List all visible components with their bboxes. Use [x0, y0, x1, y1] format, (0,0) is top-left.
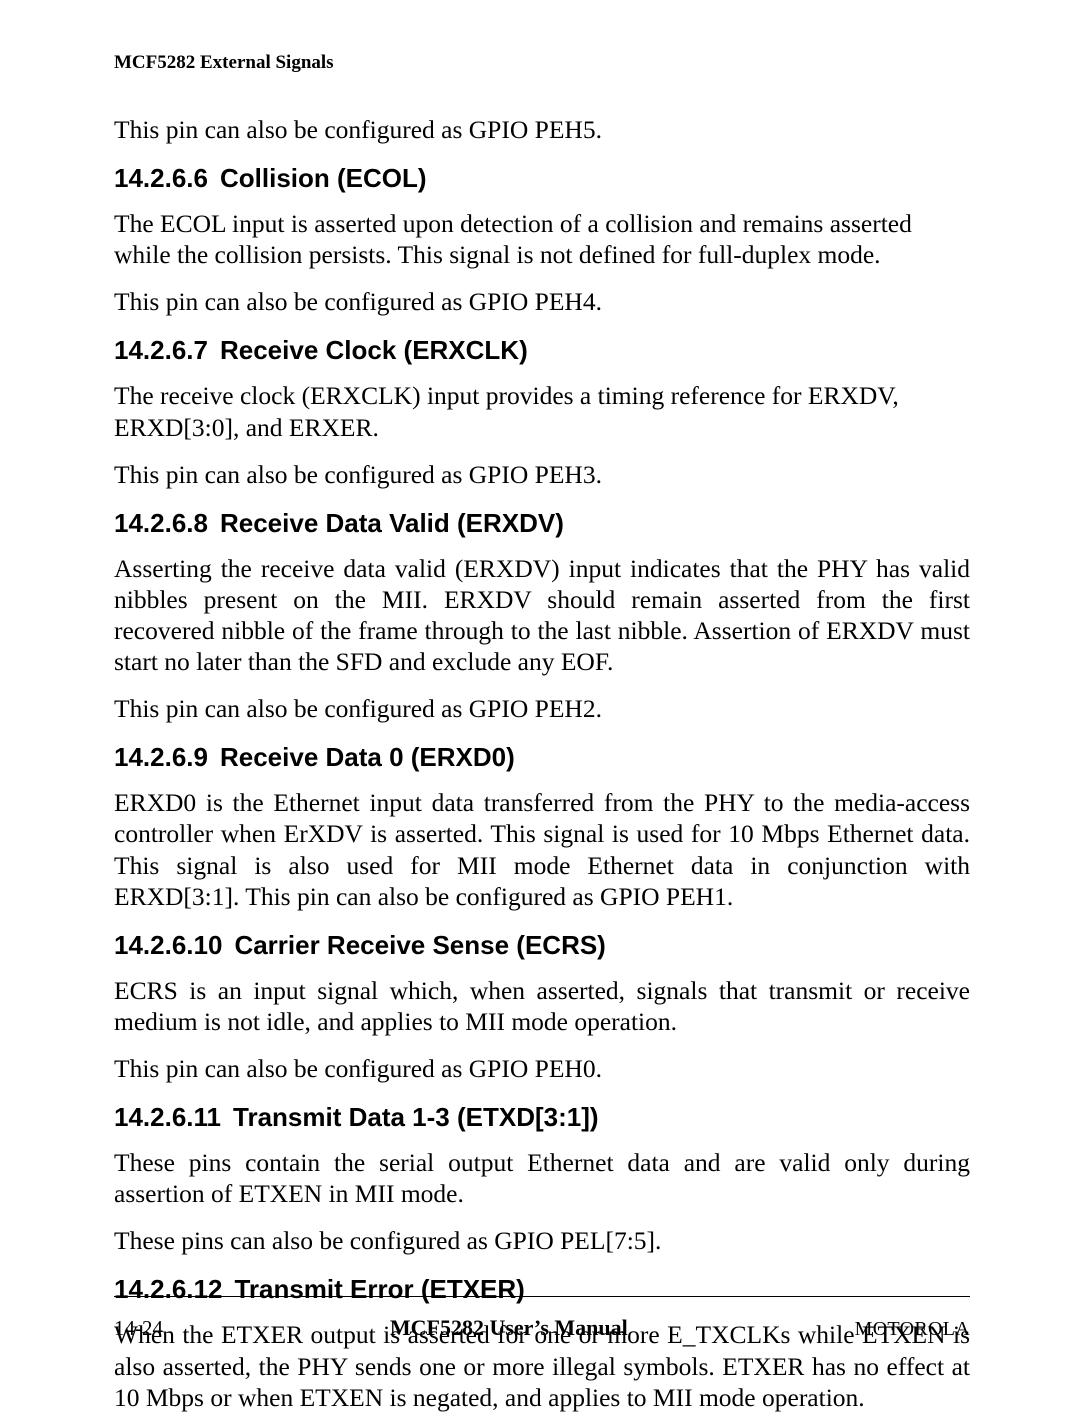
- body-paragraph: Asserting the receive data valid (ERXDV)…: [114, 553, 970, 677]
- section-title: Receive Clock (ERXCLK): [220, 335, 528, 365]
- body-paragraph: This pin can also be configured as GPIO …: [114, 693, 970, 724]
- body-paragraph: The receive clock (ERXCLK) input provide…: [114, 380, 970, 442]
- page: MCF5282 External Signals This pin can al…: [0, 0, 1080, 1397]
- section-title: Collision (ECOL): [220, 163, 427, 193]
- body-paragraph: This pin can also be configured as GPIO …: [114, 1053, 970, 1084]
- section-heading: 14.2.6.7 Receive Clock (ERXCLK): [114, 335, 970, 366]
- section-number: 14.2.6.8: [114, 508, 208, 539]
- intro-paragraph: This pin can also be configured as GPIO …: [114, 114, 970, 145]
- section-title: Carrier Receive Sense (ECRS): [234, 930, 605, 960]
- section-title: Receive Data 0 (ERXD0): [220, 742, 515, 772]
- section-heading: 14.2.6.6 Collision (ECOL): [114, 163, 970, 194]
- footer: 14-24 MCF5282 User’s Manual MOTOROLA: [114, 1296, 970, 1341]
- section-heading: 14.2.6.9 Receive Data 0 (ERXD0): [114, 742, 970, 773]
- sections-container: 14.2.6.6 Collision (ECOL) The ECOL input i…: [114, 163, 970, 1413]
- body-paragraph: This pin can also be configured as GPIO …: [114, 459, 970, 490]
- section-title: Receive Data Valid (ERXDV): [220, 508, 564, 538]
- footer-manual-title: MCF5282 User’s Manual: [390, 1315, 628, 1341]
- section-number: 14.2.6.7: [114, 335, 208, 366]
- footer-rule: [114, 1296, 970, 1297]
- section-title: Transmit Data 1-3 (ETXD[3:1]): [233, 1102, 599, 1132]
- footer-vendor: MOTOROLA: [855, 1318, 970, 1341]
- section-number: 14.2.6.11: [114, 1102, 221, 1133]
- body-paragraph: These pins can also be configured as GPI…: [114, 1225, 970, 1256]
- footer-row: 14-24 MCF5282 User’s Manual MOTOROLA: [114, 1315, 970, 1341]
- section-heading: 14.2.6.11 Transmit Data 1-3 (ETXD[3:1]): [114, 1102, 970, 1133]
- body-paragraph: ERXD0 is the Ethernet input data transfe…: [114, 787, 970, 911]
- section-number: 14.2.6.10: [114, 930, 222, 961]
- section-number: 14.2.6.9: [114, 742, 208, 773]
- footer-page-number: 14-24: [114, 1316, 163, 1341]
- section-heading: 14.2.6.8 Receive Data Valid (ERXDV): [114, 508, 970, 539]
- body-paragraph: These pins contain the serial output Eth…: [114, 1147, 970, 1209]
- running-header: MCF5282 External Signals: [114, 52, 970, 74]
- section-heading: 14.2.6.10 Carrier Receive Sense (ECRS): [114, 930, 970, 961]
- body-paragraph: The ECOL input is asserted upon detectio…: [114, 208, 970, 270]
- body-paragraph: This pin can also be configured as GPIO …: [114, 286, 970, 317]
- section-number: 14.2.6.6: [114, 163, 208, 194]
- body-paragraph: ECRS is an input signal which, when asse…: [114, 975, 970, 1037]
